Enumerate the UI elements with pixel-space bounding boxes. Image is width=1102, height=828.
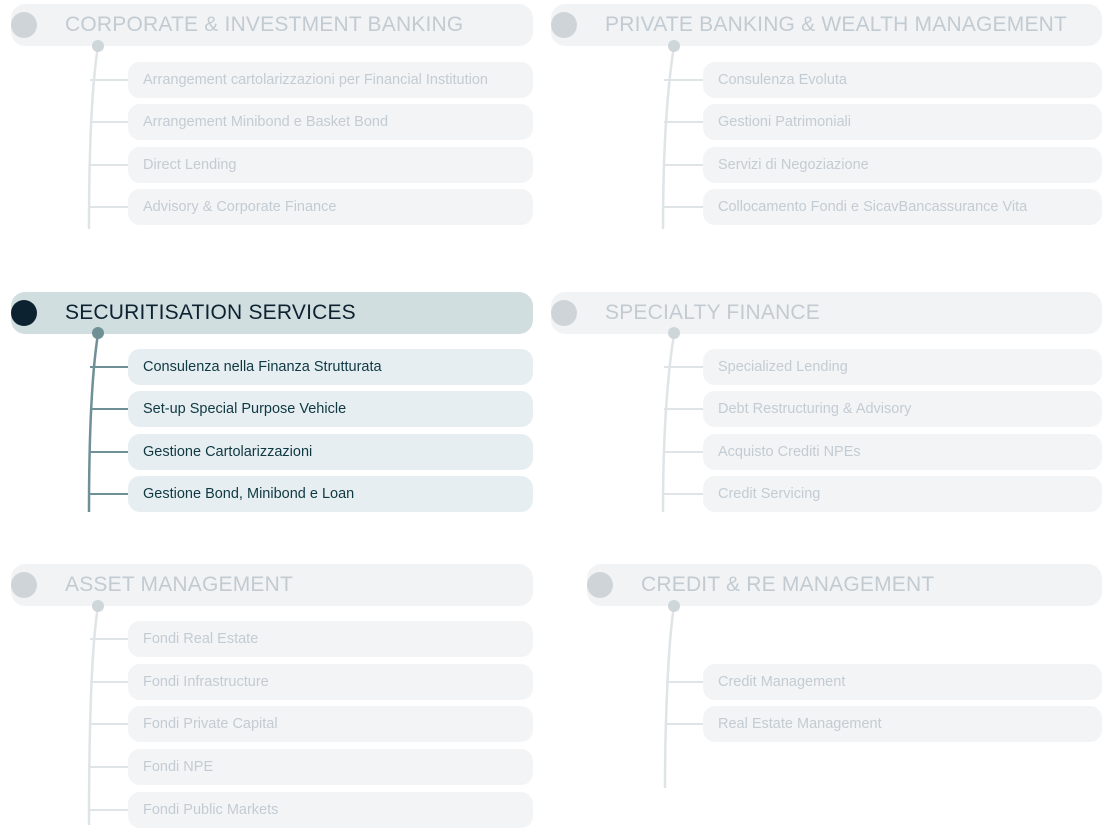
item-label: Direct Lending [143, 157, 237, 173]
tree-connector [661, 333, 704, 513]
item-label: Collocamento Fondi e SicavBancassurance … [718, 199, 1028, 215]
group-corporate-investment-banking: CORPORATE & INVESTMENT BANKING Arrangeme… [11, 4, 533, 229]
item-label: Consulenza nella Finanza Strutturata [143, 359, 382, 375]
group-credit-re-management: CREDIT & RE MANAGEMENT Credit Management… [587, 564, 1102, 790]
tree-node [668, 600, 680, 612]
list-item[interactable]: Consulenza nella Finanza Strutturata [128, 349, 533, 385]
item-label: Acquisto Crediti NPEs [718, 444, 861, 460]
list-item[interactable]: Specialized Lending [703, 349, 1102, 385]
item-label: Fondi NPE [143, 759, 214, 775]
item-label: Specialized Lending [718, 359, 848, 375]
tree-node [92, 600, 104, 612]
item-label: Fondi Public Markets [143, 802, 279, 818]
list-item[interactable]: Set-up Special Purpose Vehicle [128, 391, 533, 427]
item-label: Credit Servicing [718, 486, 821, 502]
item-label: Gestione Bond, Minibond e Loan [143, 486, 355, 502]
tree-node [668, 327, 680, 339]
item-label: Fondi Real Estate [143, 631, 259, 647]
list-item[interactable]: Credit Management [703, 664, 1102, 700]
list-item[interactable]: Collocamento Fondi e SicavBancassurance … [703, 189, 1102, 225]
list-item[interactable]: Gestione Bond, Minibond e Loan [128, 476, 533, 512]
item-label: Advisory & Corporate Finance [143, 199, 337, 215]
list-item[interactable]: Direct Lending [128, 147, 533, 183]
list-item[interactable]: Consulenza Evoluta [703, 62, 1102, 98]
list-item[interactable]: Real Estate Management [703, 706, 1102, 742]
tree-connector [663, 605, 704, 789]
group-asset-management: ASSET MANAGEMENT Fondi Real Estate Fondi… [11, 564, 533, 828]
list-item[interactable]: Servizi di Negoziazione [703, 147, 1102, 183]
tree-node [668, 40, 680, 52]
list-item[interactable]: Fondi Public Markets [128, 792, 533, 828]
item-label: Servizi di Negoziazione [718, 157, 869, 173]
list-item[interactable]: Fondi Real Estate [128, 621, 533, 657]
item-label: Fondi Private Capital [143, 716, 278, 732]
list-item[interactable]: Credit Servicing [703, 476, 1102, 512]
item-label: Credit Management [718, 674, 846, 690]
item-label: Fondi Infrastructure [143, 674, 269, 690]
group-private-banking-wealth-management: PRIVATE BANKING & WEALTH MANAGEMENT Cons… [551, 4, 1102, 229]
list-item[interactable]: Arrangement cartolarizzazioni per Financ… [128, 62, 533, 98]
item-label: Gestione Cartolarizzazioni [143, 444, 313, 460]
group-specialty-finance: SPECIALTY FINANCE Specialized Lending De… [551, 292, 1102, 514]
tree-node [92, 327, 104, 339]
list-item[interactable]: Gestione Cartolarizzazioni [128, 434, 533, 470]
list-item[interactable]: Fondi Private Capital [128, 706, 533, 742]
item-label: Set-up Special Purpose Vehicle [143, 401, 347, 417]
list-item[interactable]: Debt Restructuring & Advisory [703, 391, 1102, 427]
item-label: Consulenza Evoluta [718, 72, 847, 88]
item-label: Arrangement Minibond e Basket Bond [143, 114, 389, 130]
item-label: Real Estate Management [718, 716, 882, 732]
list-item[interactable]: Gestioni Patrimoniali [703, 104, 1102, 140]
item-label: Arrangement cartolarizzazioni per Financ… [143, 72, 488, 88]
list-item[interactable]: Advisory & Corporate Finance [128, 189, 533, 225]
list-item[interactable]: Fondi Infrastructure [128, 664, 533, 700]
tree-node [92, 40, 104, 52]
list-item[interactable]: Acquisto Crediti NPEs [703, 434, 1102, 470]
list-item[interactable]: Fondi NPE [128, 749, 533, 785]
item-label: Debt Restructuring & Advisory [718, 401, 912, 417]
list-item[interactable]: Arrangement Minibond e Basket Bond [128, 104, 533, 140]
group-securitisation-services: SECURITISATION SERVICES Consulenza nella… [11, 292, 533, 514]
item-label: Gestioni Patrimoniali [718, 114, 851, 130]
tree-connector [661, 45, 704, 229]
